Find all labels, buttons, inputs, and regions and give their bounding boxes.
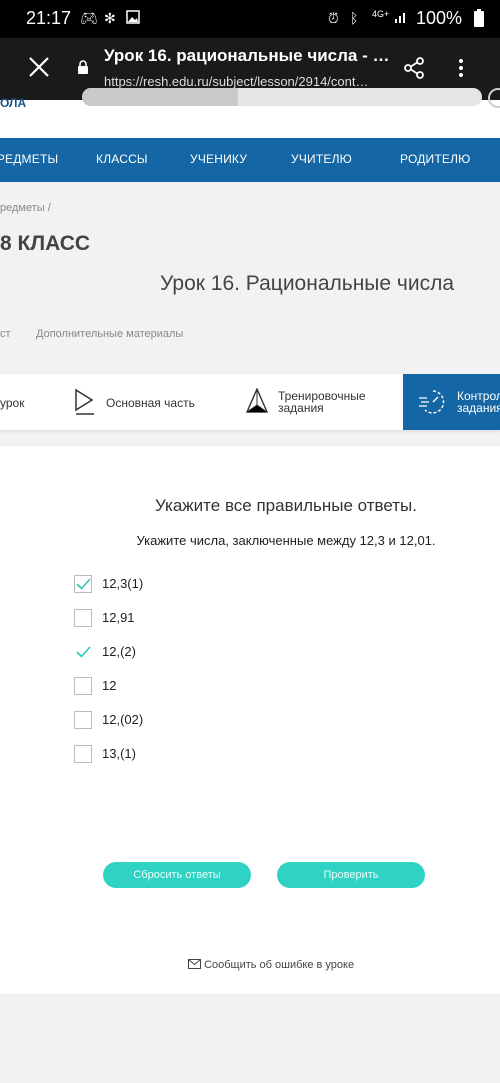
signal-icon bbox=[394, 10, 408, 27]
main-nav: ПРЕДМЕТЫ КЛАССЫ УЧЕНИКУ УЧИТЕЛЮ РОДИТЕЛЮ bbox=[0, 138, 500, 182]
battery-icon bbox=[474, 9, 484, 30]
close-icon[interactable] bbox=[28, 56, 50, 83]
nav-item-parent[interactable]: РОДИТЕЛЮ bbox=[400, 152, 471, 166]
question-prompt: Укажите числа, заключенные между 12,3 и … bbox=[136, 533, 436, 548]
lock-icon bbox=[77, 60, 89, 79]
gamepad-icon: 🎮︎ bbox=[80, 10, 98, 26]
share-icon[interactable] bbox=[402, 56, 426, 85]
question-title: Укажите все правильные ответы. bbox=[155, 496, 417, 515]
subtab-text[interactable]: ст bbox=[0, 328, 11, 340]
subtab-extra-materials[interactable]: Дополнительные материалы bbox=[36, 328, 183, 340]
report-error-link[interactable]: Сообщить об ошибке в уроке bbox=[188, 959, 354, 971]
nav-item-classes[interactable]: КЛАССЫ bbox=[96, 152, 148, 166]
checkbox[interactable] bbox=[74, 609, 92, 627]
tab-control-active[interactable]: Контрол задания bbox=[403, 374, 500, 430]
grade-heading: 8 КЛАСС bbox=[0, 232, 91, 255]
lesson-title: Урок 16. Рациональные числа bbox=[160, 272, 455, 295]
battery-percent: 100% bbox=[416, 8, 463, 28]
page-title: Урок 16. рациональные числа - … bbox=[104, 46, 390, 65]
more-menu-icon[interactable] bbox=[458, 58, 464, 83]
search-filter[interactable] bbox=[82, 88, 238, 106]
answer-option-label: 12,3(1) bbox=[102, 576, 144, 591]
lesson-tabs: урок Основная часть Тренировочные задани… bbox=[0, 374, 500, 430]
checkbox[interactable] bbox=[74, 643, 92, 661]
tab-training[interactable]: Тренировочные задания bbox=[278, 390, 366, 414]
pyramid-icon bbox=[245, 387, 269, 419]
status-bar: 21:17 🎮︎ ✻ ⏰︎ ᛒ 4G+ 100% bbox=[0, 0, 500, 38]
checkbox[interactable] bbox=[74, 711, 92, 729]
check-button[interactable]: Проверить bbox=[277, 862, 425, 888]
breadcrumb[interactable]: редметы / bbox=[0, 202, 51, 214]
site-header: ОЛА bbox=[0, 88, 500, 138]
answer-option-label: 12,(02) bbox=[102, 712, 144, 727]
checkmark-icon bbox=[76, 578, 91, 590]
network-type: 4G+ bbox=[372, 9, 390, 19]
play-icon bbox=[74, 388, 96, 421]
site-logo[interactable]: ОЛА bbox=[0, 96, 26, 110]
image-icon bbox=[126, 10, 140, 27]
bluetooth-icon: ᛒ bbox=[350, 10, 359, 26]
answer-option-label: 13,(1) bbox=[102, 746, 136, 761]
tab-control-label: Контрол задания bbox=[457, 390, 500, 414]
checkmark-icon bbox=[76, 646, 91, 658]
timer-icon bbox=[417, 388, 447, 421]
tab-main-part[interactable]: Основная часть bbox=[106, 396, 195, 410]
tab-control-line2: задания bbox=[457, 401, 500, 415]
nav-item-subjects[interactable]: ПРЕДМЕТЫ bbox=[0, 152, 58, 166]
report-error-label: Сообщить об ошибке в уроке bbox=[204, 959, 355, 971]
checkbox[interactable] bbox=[74, 575, 92, 593]
tab-training-line2: задания bbox=[278, 401, 324, 415]
tab-intro[interactable]: урок bbox=[0, 396, 24, 410]
alarm-icon: ⏰︎ bbox=[328, 10, 339, 26]
checkbox[interactable] bbox=[74, 745, 92, 763]
profile-icon[interactable] bbox=[488, 88, 500, 108]
answer-option-label: 12,(2) bbox=[102, 644, 136, 659]
answer-option-label: 12 bbox=[102, 678, 117, 693]
answer-option-label: 12,91 bbox=[102, 610, 135, 625]
clock: 21:17 bbox=[26, 8, 72, 28]
nav-item-student[interactable]: УЧЕНИКУ bbox=[190, 152, 247, 166]
url-text[interactable]: https://resh.edu.ru/subject/lesson/2914/… bbox=[104, 74, 404, 89]
envelope-icon bbox=[188, 959, 201, 969]
nav-item-teacher[interactable]: УЧИТЕЛЮ bbox=[291, 152, 352, 166]
reset-answers-button[interactable]: Сбросить ответы bbox=[103, 862, 251, 888]
pinwheel-icon: ✻ bbox=[104, 10, 116, 26]
checkbox[interactable] bbox=[74, 677, 92, 695]
